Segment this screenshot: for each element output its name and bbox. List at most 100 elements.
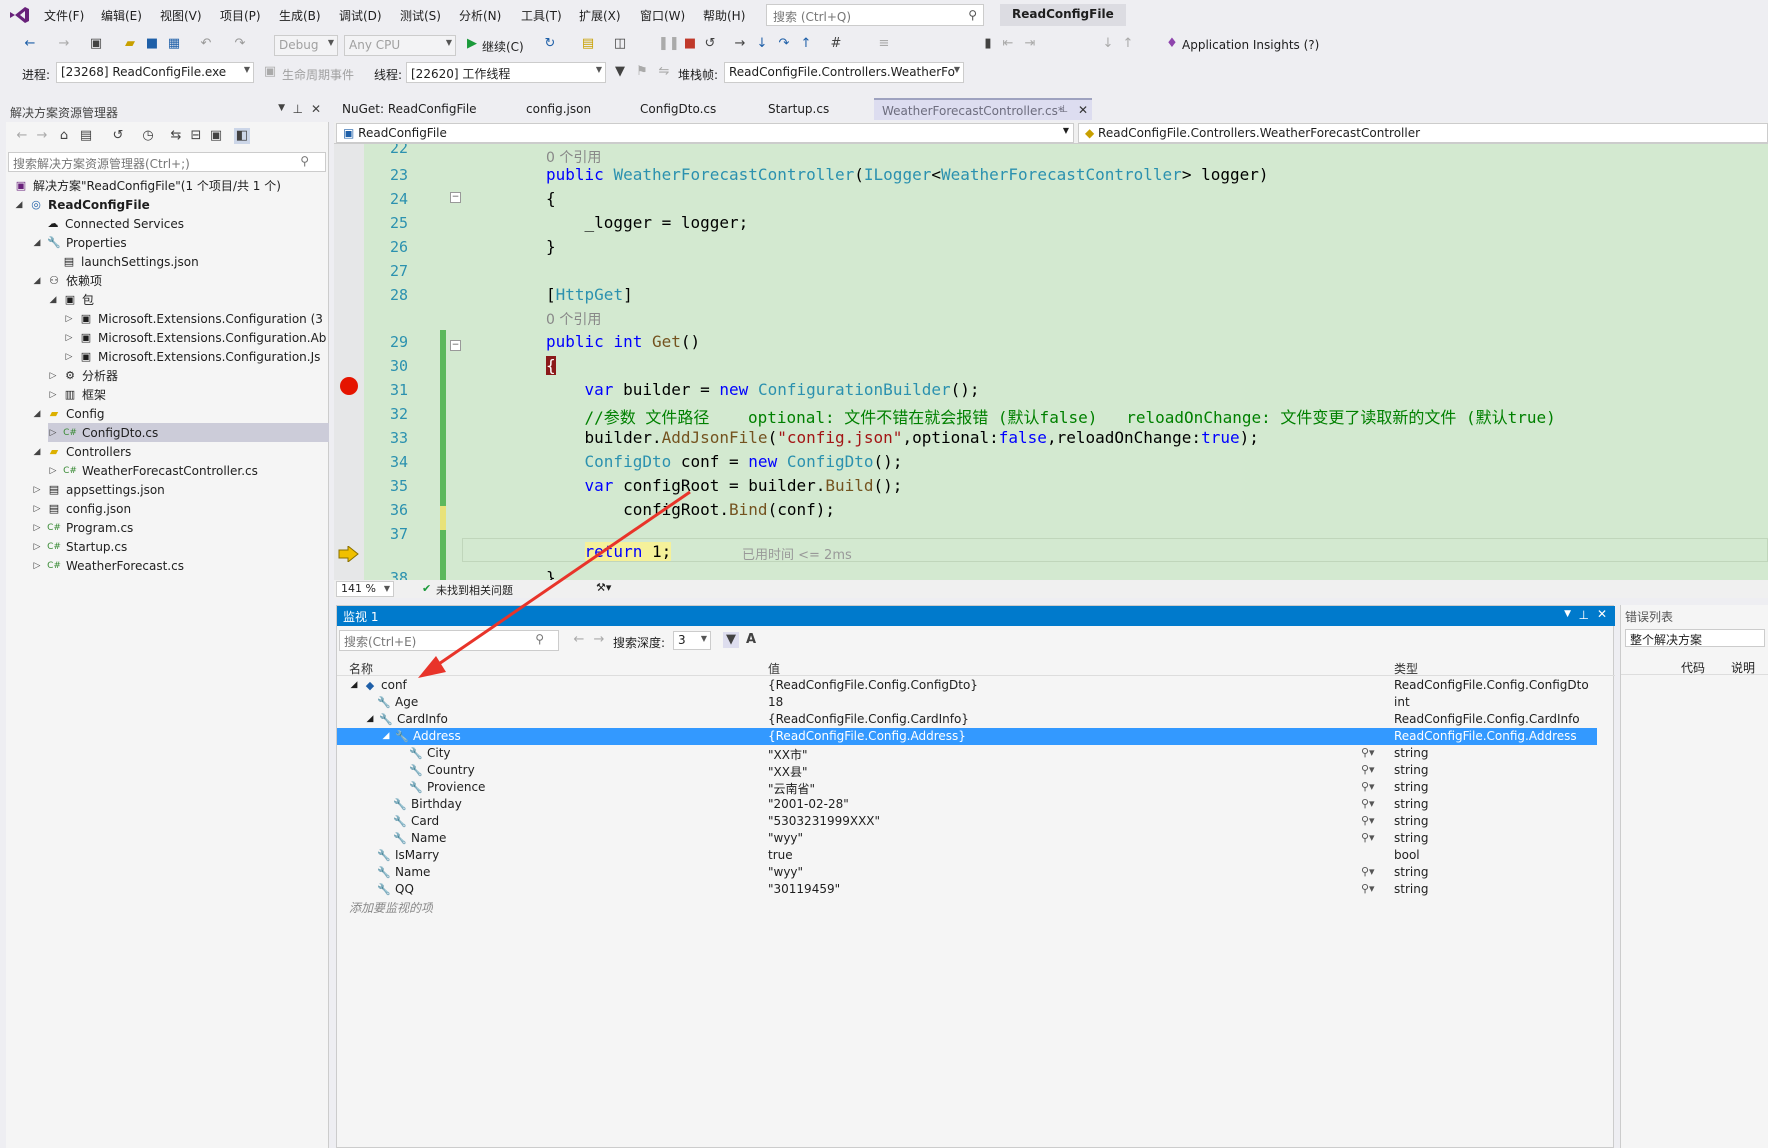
issues-status[interactable]: 未找到相关问题: [436, 582, 513, 598]
tree-package-configuration-json[interactable]: ▷ ▣ Microsoft.Extensions.Configuration.Js: [64, 347, 321, 366]
collapsed-arrow-icon[interactable]: ▷: [32, 523, 42, 533]
refresh-icon[interactable]: ↻: [542, 36, 558, 52]
back-icon[interactable]: ←: [22, 36, 38, 52]
watch-value[interactable]: "wyy": [768, 865, 803, 879]
column-value[interactable]: 值: [768, 660, 780, 677]
format-icon[interactable]: ≡: [876, 36, 892, 52]
open-folder-icon[interactable]: ▰: [122, 36, 138, 52]
watch-value[interactable]: {ReadConfigFile.Config.Address}: [768, 729, 966, 743]
visual-studio-logo-icon[interactable]: [8, 5, 30, 25]
nav-down-icon[interactable]: ↓: [1100, 36, 1116, 52]
codelens-references[interactable]: 0 个引用: [546, 147, 601, 167]
pin-icon[interactable]: ⊥: [293, 102, 303, 116]
text-visualizer-icon[interactable]: ⚲▾: [1361, 763, 1375, 776]
text-visualizer-icon[interactable]: ⚲▾: [1361, 865, 1375, 878]
nav-up-icon[interactable]: ↑: [1120, 36, 1136, 52]
text-visualizer-icon[interactable]: ⚲▾: [1361, 780, 1375, 793]
hex-display-icon[interactable]: #: [828, 36, 844, 52]
watch-value[interactable]: "wyy": [768, 831, 803, 845]
insights-icon[interactable]: ♦: [1164, 36, 1180, 52]
pin-icon[interactable]: ⊥: [1059, 104, 1068, 115]
continue-play-icon[interactable]: ▶: [464, 36, 480, 52]
member-select[interactable]: ◆ ReadConfigFile.Controllers.WeatherFore…: [1078, 123, 1768, 143]
restart-icon[interactable]: ↺: [702, 36, 718, 52]
breakpoint-icon[interactable]: [340, 377, 358, 395]
continue-button[interactable]: 继续(C): [482, 38, 524, 55]
tree-controllers-folder[interactable]: ◢ ▰ Controllers: [32, 442, 132, 461]
bookmark-next-icon[interactable]: ⇥: [1022, 36, 1038, 52]
column-type[interactable]: 类型: [1394, 660, 1418, 677]
close-tab-icon[interactable]: ✕: [1078, 103, 1088, 117]
expanded-arrow-icon[interactable]: ◢: [32, 238, 42, 248]
search-input[interactable]: 搜索 (Ctrl+Q) ⚲: [766, 4, 984, 26]
expanded-arrow-icon[interactable]: ◢: [32, 447, 42, 457]
text-visualizer-icon[interactable]: ⚲▾: [1361, 797, 1375, 810]
search-forward-icon[interactable]: →: [591, 632, 607, 648]
tab-startup[interactable]: Startup.cs: [760, 98, 837, 120]
home-icon[interactable]: ⌂: [56, 128, 72, 144]
column-code[interactable]: 代码: [1681, 659, 1705, 676]
expanded-arrow-icon[interactable]: ◢: [349, 680, 359, 690]
tree-packages[interactable]: ◢ ▣ 包: [48, 290, 94, 309]
watch-value[interactable]: "2001-02-28": [768, 797, 849, 811]
collapsed-arrow-icon[interactable]: ▷: [32, 542, 42, 552]
tree-weatherforecast[interactable]: ▷ C# WeatherForecast.cs: [32, 556, 184, 575]
tree-analyzers[interactable]: ▷ ⚙ 分析器: [48, 366, 118, 385]
watch-row[interactable]: ◢ 🔧 CardInfo {ReadConfigFile.Config.CardIn…: [337, 711, 1597, 728]
tab-configdto[interactable]: ConfigDto.cs: [632, 98, 724, 120]
watch-row[interactable]: 🔧 Name "wyy" ⚲▾ string: [337, 864, 1597, 881]
stack-frame-select[interactable]: ReadConfigFile.Controllers.WeatherFo ▼: [724, 62, 964, 83]
browse-icon[interactable]: ▤: [580, 36, 596, 52]
collapsed-arrow-icon[interactable]: ▷: [64, 314, 74, 324]
panel-menu-icon[interactable]: ▼: [1564, 609, 1571, 619]
code-editor[interactable]: − − 22 0 个引用 23 public WeatherForecastCo…: [334, 144, 1768, 580]
close-icon[interactable]: ✕: [311, 102, 321, 116]
pin-icon[interactable]: ⊥: [1579, 608, 1589, 622]
text-visualizer-icon[interactable]: ⚲▾: [1361, 882, 1375, 895]
collapse-region-icon[interactable]: −: [450, 192, 461, 203]
redo-icon[interactable]: ↷: [232, 36, 248, 52]
tree-config-folder[interactable]: ◢ ▰ Config: [32, 404, 105, 423]
watch-value[interactable]: "云南省": [768, 780, 815, 797]
tree-project[interactable]: ◢ ◎ ReadConfigFile: [14, 195, 150, 214]
step-over-icon[interactable]: ↷: [776, 36, 792, 52]
expanded-arrow-icon[interactable]: ◢: [365, 714, 375, 724]
menu-project[interactable]: 项目(P): [220, 7, 261, 24]
collapsed-arrow-icon[interactable]: ▷: [32, 561, 42, 571]
watch-value[interactable]: "30119459": [768, 882, 840, 896]
watch-value[interactable]: {ReadConfigFile.Config.ConfigDto}: [768, 678, 978, 692]
search-depth-select[interactable]: 3 ▼: [673, 631, 711, 650]
watch-row[interactable]: 🔧 Name "wyy" ⚲▾ string: [337, 830, 1597, 847]
watch-row[interactable]: ◢ ◆ conf {ReadConfigFile.Config.ConfigDto}…: [337, 677, 1597, 694]
thread-select[interactable]: [22620] 工作线程 ▼: [406, 62, 606, 83]
watch-value[interactable]: true: [768, 848, 793, 862]
filter-icon[interactable]: ▼: [723, 632, 739, 648]
collapsed-arrow-icon[interactable]: ▷: [48, 428, 58, 438]
watch-value[interactable]: "XX市": [768, 746, 807, 763]
bookmark-prev-icon[interactable]: ⇤: [1000, 36, 1016, 52]
tree-appsettings[interactable]: ▷ ▤ appsettings.json: [32, 480, 165, 499]
text-visualizer-icon[interactable]: ⚲▾: [1361, 814, 1375, 827]
expanded-arrow-icon[interactable]: ◢: [32, 276, 42, 286]
save-icon[interactable]: ■: [144, 36, 160, 52]
tree-weatherforecastcontroller[interactable]: ▷ C# WeatherForecastController.cs: [48, 461, 258, 480]
preview-icon[interactable]: ◧: [234, 128, 250, 144]
tab-config-json[interactable]: config.json: [518, 98, 599, 120]
watch-value[interactable]: {ReadConfigFile.Config.CardInfo}: [768, 712, 969, 726]
menu-file[interactable]: 文件(F): [44, 7, 84, 24]
zoom-select[interactable]: 141 % ▼: [336, 581, 394, 597]
filter-icon[interactable]: ▼: [612, 64, 628, 80]
lifecycle-icon[interactable]: ▣: [262, 64, 278, 80]
watch-value[interactable]: 18: [768, 695, 783, 709]
tree-startup[interactable]: ▷ C# Startup.cs: [32, 537, 128, 556]
close-icon[interactable]: ✕: [1597, 607, 1607, 621]
collapse-all-icon[interactable]: ⊟: [188, 128, 204, 144]
expanded-arrow-icon[interactable]: ◢: [381, 731, 391, 741]
indicator-margin[interactable]: [334, 144, 364, 580]
perf-tip[interactable]: 已用时间 <= 2ms: [742, 544, 852, 563]
menu-test[interactable]: 测试(S): [400, 7, 441, 24]
screenshot-icon[interactable]: ◫: [612, 36, 628, 52]
collapsed-arrow-icon[interactable]: ▷: [48, 390, 58, 400]
text-visualizer-icon[interactable]: ⚲▾: [1361, 746, 1375, 759]
configuration-select[interactable]: Debug ▼: [274, 35, 338, 56]
